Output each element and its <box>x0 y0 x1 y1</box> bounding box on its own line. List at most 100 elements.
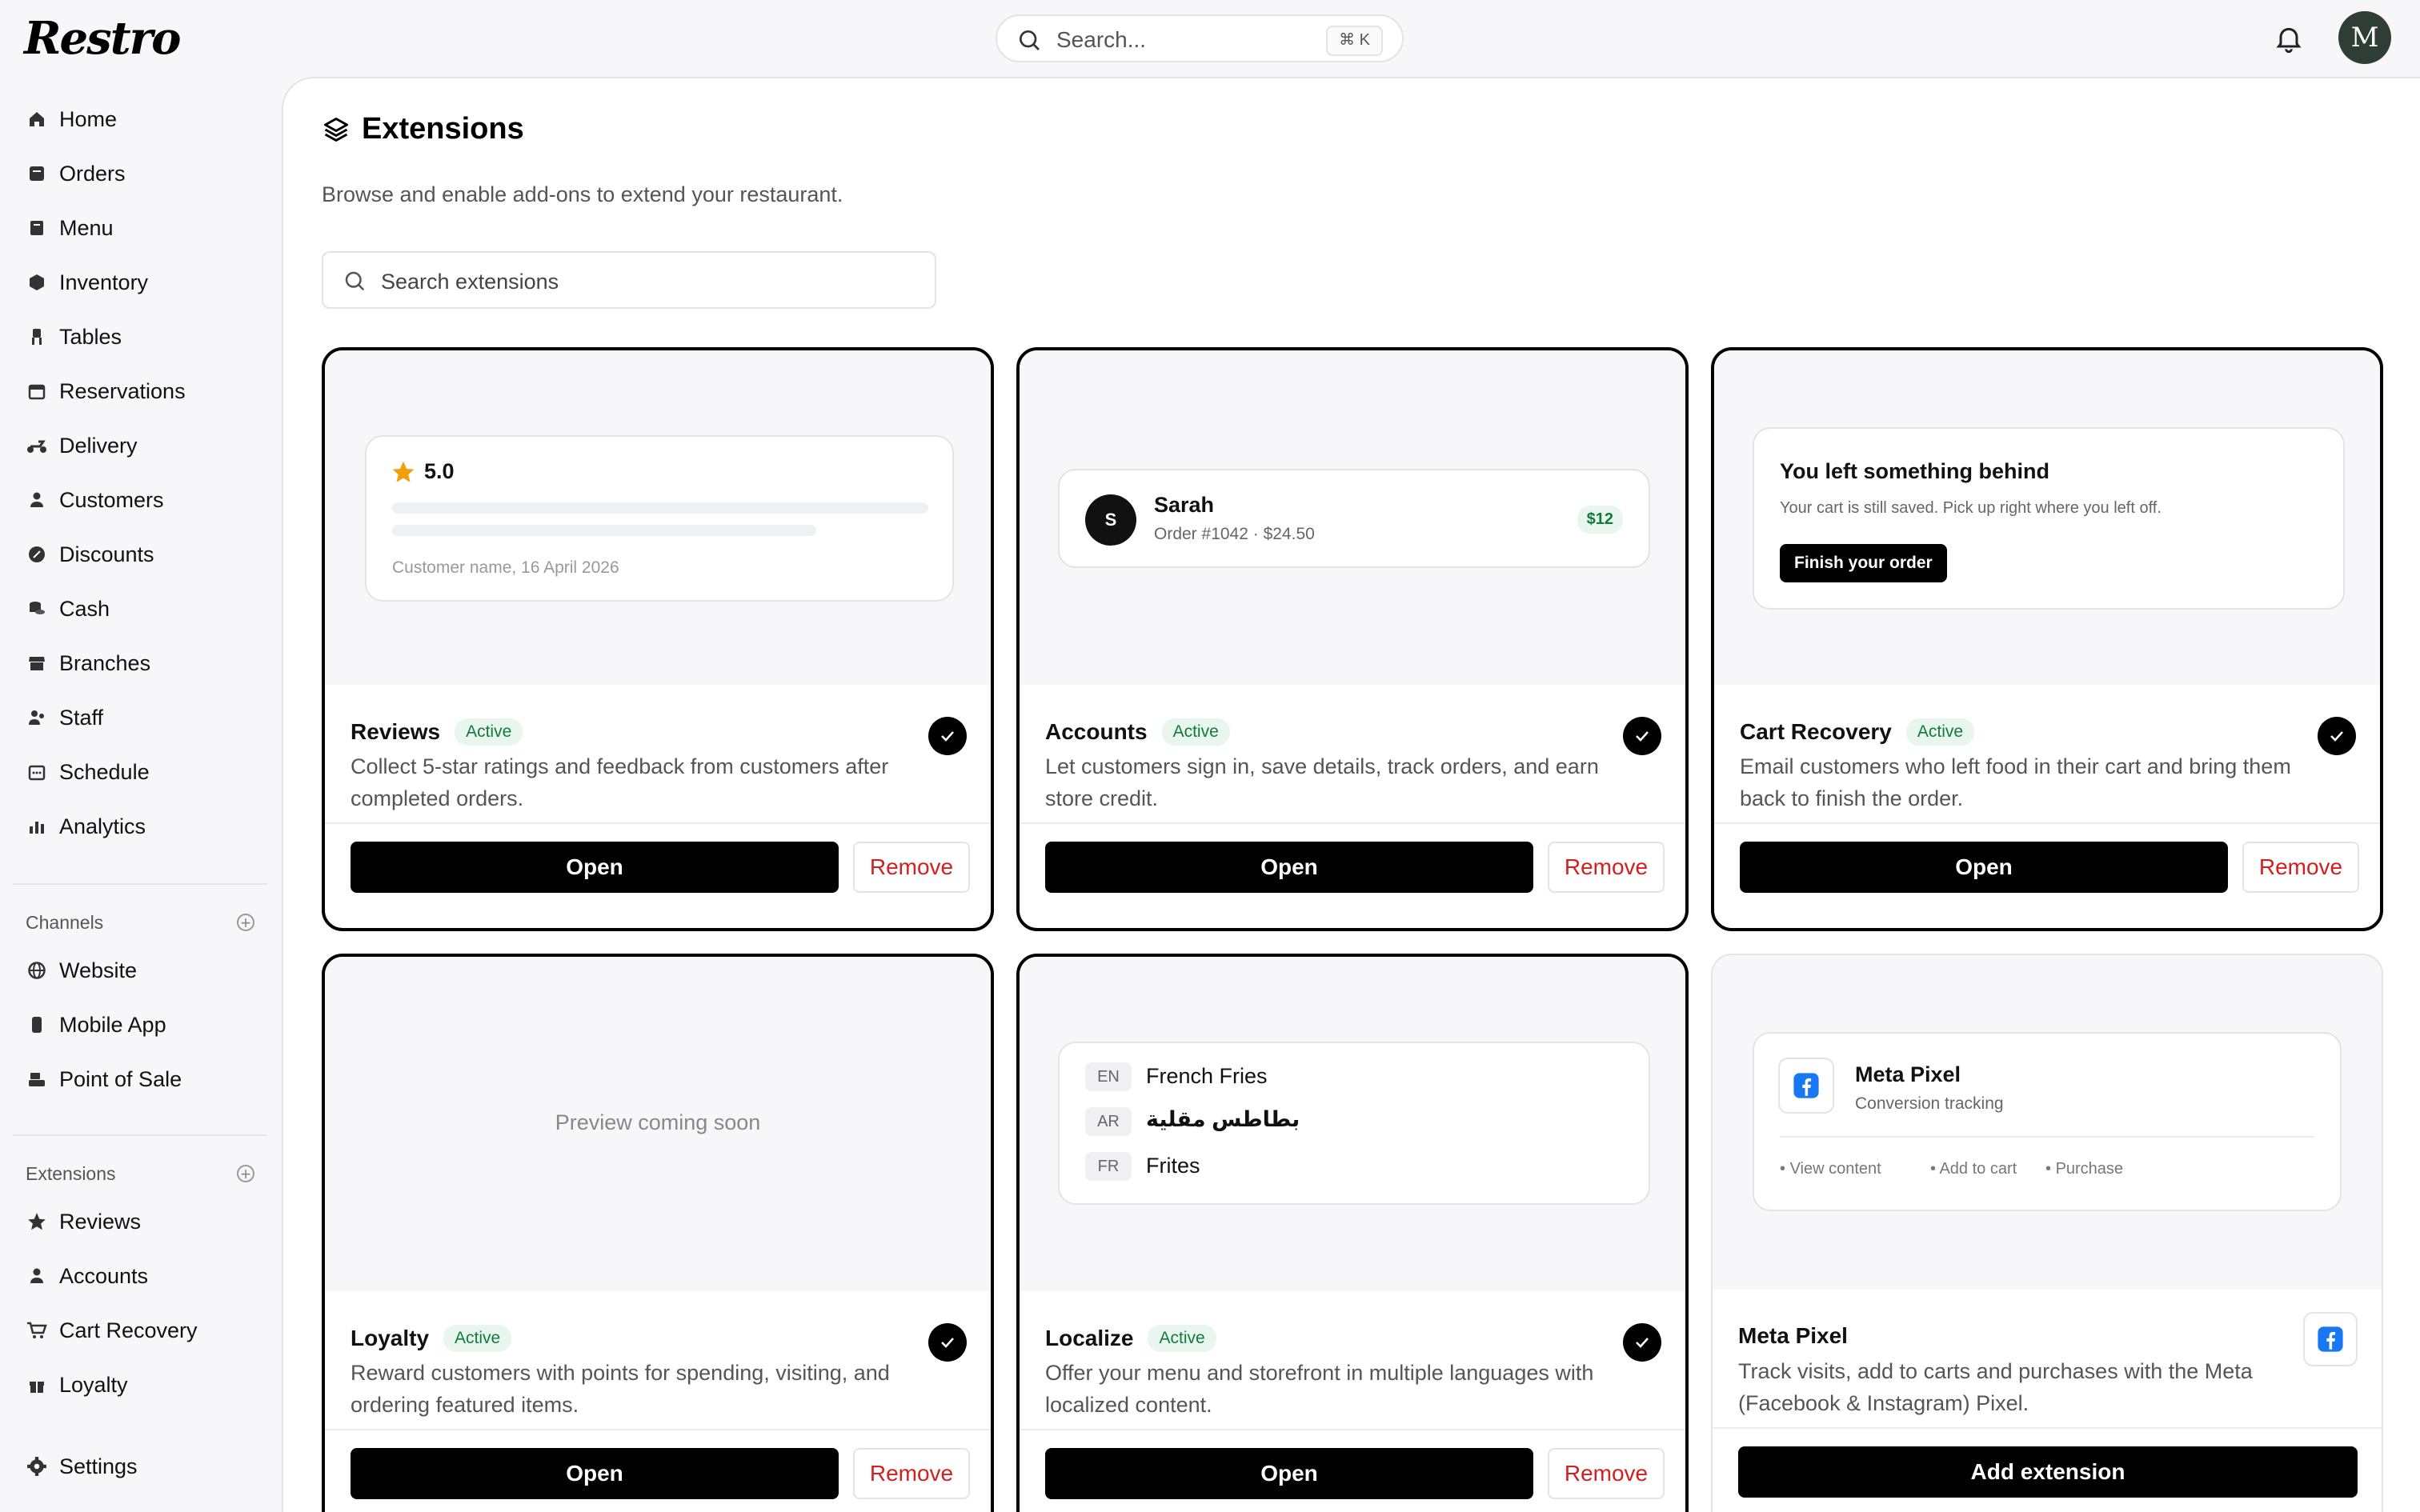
sidebar-item-reviews[interactable]: Reviews <box>26 1199 266 1244</box>
pixel-title: Meta Pixel <box>1855 1062 1961 1086</box>
status-badge: Active <box>1905 718 1975 746</box>
sidebar-divider <box>13 1134 267 1136</box>
enabled-check-icon <box>1623 717 1661 755</box>
extension-description: Offer your menu and storefront in multip… <box>1045 1361 1594 1417</box>
meta-pixel-preview: Meta Pixel Conversion tracking • View co… <box>1713 955 2382 1290</box>
global-search[interactable]: Search... ⌘ K <box>996 14 1404 62</box>
sidebar-item-staff[interactable]: Staff <box>26 695 266 740</box>
page-subtitle: Browse and enable add-ons to extend your… <box>322 182 843 206</box>
language-code: AR <box>1085 1107 1132 1136</box>
card-divider <box>1020 822 1685 824</box>
open-button[interactable]: Open <box>1045 1448 1533 1499</box>
search-shortcut: ⌘ K <box>1326 26 1383 56</box>
sidebar-item-loyalty[interactable]: Loyalty <box>26 1362 266 1407</box>
person-icon <box>26 1265 48 1287</box>
translation-text: بطاطس مقلية <box>1146 1107 1300 1131</box>
card-header: Cart Recovery Active <box>1740 718 1975 746</box>
home-icon <box>26 108 48 130</box>
sidebar-item-cash[interactable]: Cash <box>26 586 266 631</box>
enabled-check-icon <box>928 1323 967 1362</box>
sidebar-item-website[interactable]: Website <box>26 948 266 993</box>
translation-sample-card: EN French Fries AR بطاطس مقلية FR Frites <box>1058 1042 1650 1205</box>
extension-name: Accounts <box>1045 719 1148 744</box>
menu-book-icon <box>26 217 48 239</box>
remove-button[interactable]: Remove <box>1548 1448 1665 1499</box>
extension-description: Email customers who left food in their c… <box>1740 754 2291 810</box>
extension-card-reviews: 5.0 Customer name, 16 April 2026 Reviews… <box>322 347 994 931</box>
customer-avatar: S <box>1085 494 1136 546</box>
bell-icon[interactable] <box>2273 21 2305 56</box>
sidebar-item-discounts[interactable]: Discounts <box>26 532 266 577</box>
schedule-icon <box>26 761 48 783</box>
open-button[interactable]: Open <box>1740 842 2228 893</box>
user-avatar[interactable]: M <box>2338 11 2391 64</box>
extensions-search-input[interactable]: Search extensions <box>322 251 936 309</box>
extension-name: Reviews <box>351 719 441 744</box>
app-logo[interactable]: Restro <box>24 6 181 65</box>
orders-icon <box>26 162 48 185</box>
sidebar-item-reservations[interactable]: Reservations <box>26 369 266 414</box>
extension-name: Localize <box>1045 1326 1134 1350</box>
card-header: Accounts Active <box>1045 718 1230 746</box>
localize-preview: EN French Fries AR بطاطس مقلية FR Frites <box>1020 957 1685 1291</box>
sidebar-item-customers[interactable]: Customers <box>26 478 266 522</box>
page-title: Extensions <box>322 112 524 146</box>
language-code: EN <box>1085 1062 1132 1091</box>
translation-text: Frites <box>1146 1154 1200 1178</box>
reviews-preview: 5.0 Customer name, 16 April 2026 <box>325 350 991 685</box>
sidebar-item-branches[interactable]: Branches <box>26 641 266 686</box>
review-footer: Customer name, 16 April 2026 <box>392 558 619 577</box>
add-channel-icon[interactable]: + <box>237 914 254 932</box>
preview-placeholder: Preview coming soon <box>555 1110 761 1134</box>
extension-description: Collect 5-star ratings and feedback from… <box>351 754 889 810</box>
status-badge: Active <box>1148 1325 1216 1352</box>
scooter-icon <box>26 434 48 457</box>
sidebar-item-menu[interactable]: Menu <box>26 206 266 250</box>
language-code: FR <box>1085 1152 1132 1181</box>
sidebar-item-home[interactable]: Home <box>26 97 266 142</box>
remove-button[interactable]: Remove <box>853 842 970 893</box>
sidebar-item-orders[interactable]: Orders <box>26 151 266 196</box>
sidebar-item-inventory[interactable]: Inventory <box>26 260 266 305</box>
sidebar-item-accounts[interactable]: Accounts <box>26 1254 266 1298</box>
remove-button[interactable]: Remove <box>1548 842 1665 893</box>
pixel-subtitle: Conversion tracking <box>1855 1094 2004 1113</box>
sidebar-item-cart-recovery[interactable]: Cart Recovery <box>26 1308 266 1353</box>
remove-button[interactable]: Remove <box>853 1448 970 1499</box>
sidebar-item-mobile-app[interactable]: Mobile App <box>26 1002 266 1047</box>
cart-recovery-preview: You left something behind Your cart is s… <box>1714 350 2380 685</box>
email-body: Your cart is still saved. Pick up right … <box>1780 499 2162 517</box>
facebook-icon <box>1778 1058 1834 1114</box>
open-button[interactable]: Open <box>351 842 839 893</box>
sidebar: Home Orders Menu Inventory Tables Reserv… <box>0 77 282 1512</box>
sidebar-item-analytics[interactable]: Analytics <box>26 804 266 849</box>
enabled-check-icon <box>928 717 967 755</box>
star-icon <box>26 1210 48 1233</box>
person-icon <box>26 489 48 511</box>
layers-icon <box>324 117 348 142</box>
sidebar-item-tables[interactable]: Tables <box>26 314 266 359</box>
card-header: Loyalty Active <box>351 1325 512 1352</box>
search-icon <box>1020 30 1040 50</box>
open-button[interactable]: Open <box>351 1448 839 1499</box>
add-extension-button[interactable]: Add extension <box>1738 1446 2358 1498</box>
sidebar-item-schedule[interactable]: Schedule <box>26 750 266 794</box>
sidebar-item-settings[interactable]: Settings <box>26 1444 266 1489</box>
store-credit-badge: $12 <box>1577 506 1623 534</box>
review-text-placeholder <box>392 525 816 536</box>
status-badge: Active <box>443 1325 512 1352</box>
open-button[interactable]: Open <box>1045 842 1533 893</box>
remove-button[interactable]: Remove <box>2242 842 2359 893</box>
pixel-event: • Add to cart <box>1930 1160 2017 1178</box>
sidebar-item-delivery[interactable]: Delivery <box>26 423 266 468</box>
sidebar-item-point-of-sale[interactable]: Point of Sale <box>26 1057 266 1102</box>
extension-card-loyalty: Preview coming soon Loyalty Active Rewar… <box>322 954 994 1512</box>
extension-card-accounts: S Sarah Order #1042 · $24.50 $12 Account… <box>1016 347 1689 931</box>
extension-description: Track visits, add to carts and purchases… <box>1738 1359 2253 1415</box>
add-extension-icon[interactable]: + <box>237 1165 254 1183</box>
extension-description: Reward customers with points for spendin… <box>351 1361 890 1417</box>
customer-order: Order #1042 · $24.50 <box>1154 525 1315 543</box>
review-text-placeholder <box>392 502 928 514</box>
card-header: Localize Active <box>1045 1325 1216 1352</box>
review-rating: 5.0 <box>424 459 455 483</box>
